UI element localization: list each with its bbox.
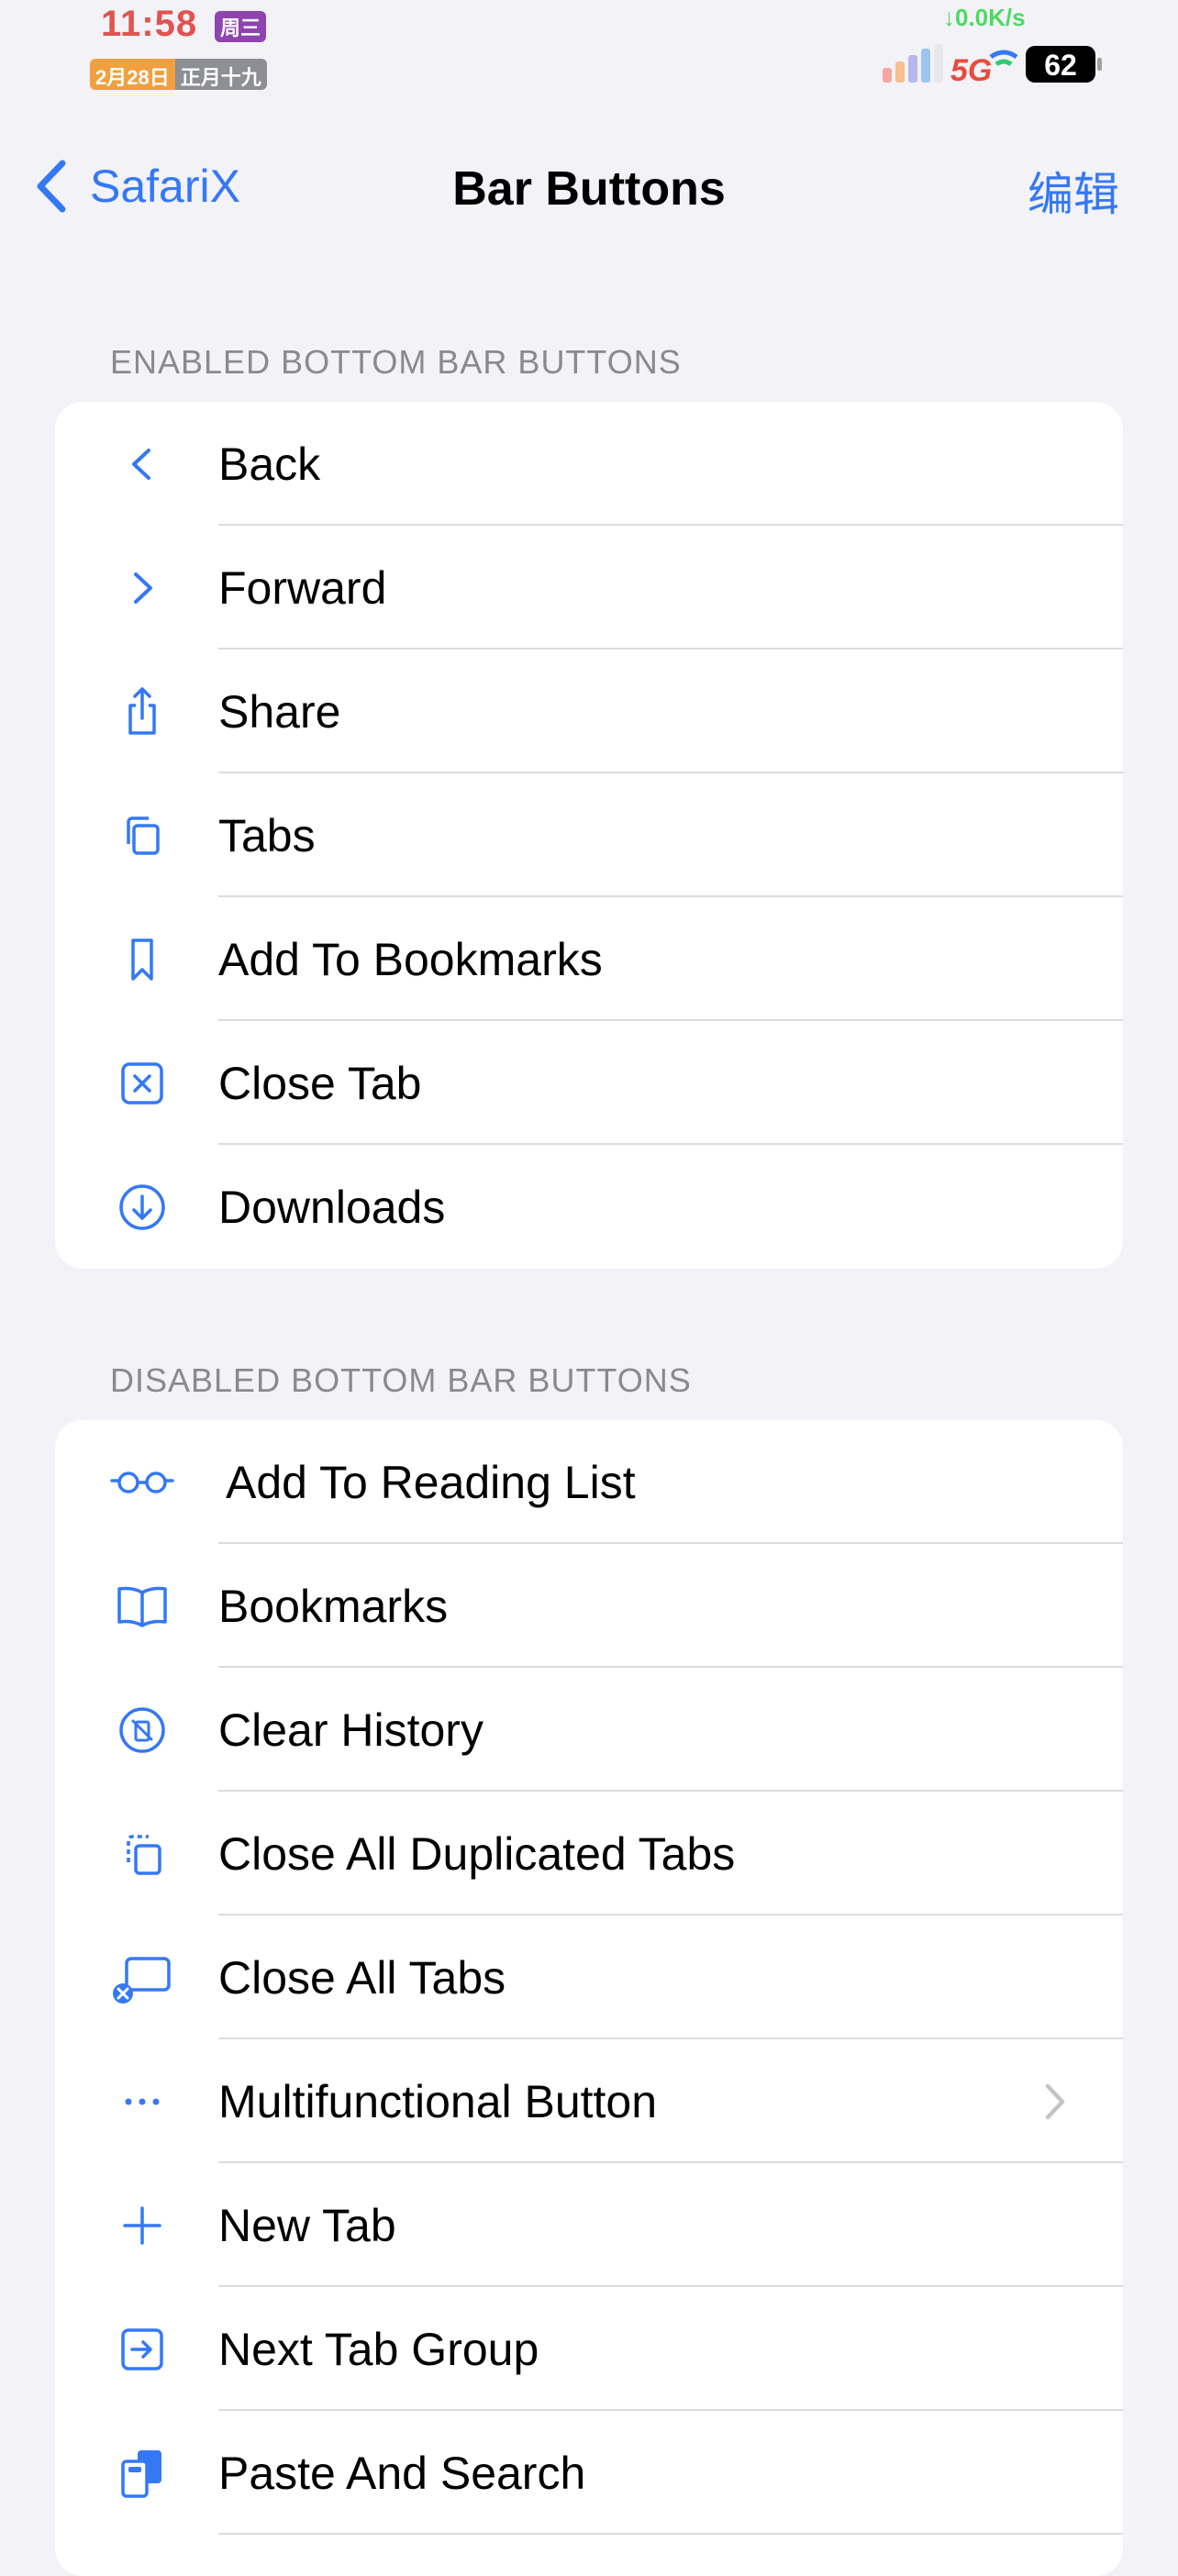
list-item-label: Share bbox=[218, 685, 341, 738]
duplicate-tabs-icon bbox=[55, 1792, 229, 1915]
plus-icon bbox=[55, 2163, 229, 2287]
list-item-clear-history[interactable]: Clear History bbox=[55, 1668, 1123, 1792]
list-item-label: Next Tab Group bbox=[218, 2323, 539, 2375]
status-weekday: 周三 bbox=[215, 11, 267, 42]
list-item-label: Forward bbox=[218, 561, 387, 614]
list-item-paste-and-search[interactable]: Paste And Search bbox=[55, 2411, 1123, 2535]
enabled-section-header: ENABLED BOTTOM BAR BUTTONS bbox=[110, 343, 682, 381]
list-item-close-tab[interactable]: Close Tab bbox=[55, 1021, 1123, 1145]
book-icon bbox=[55, 1544, 229, 1668]
list-item-label: Add To Bookmarks bbox=[218, 933, 603, 985]
signal-strength-icon bbox=[883, 44, 943, 83]
list-item-label: Clear History bbox=[218, 1704, 483, 1756]
status-net-speed: ↓0.0K/s bbox=[943, 4, 1026, 31]
list-item-multifunctional-button[interactable]: Multifunctional Button bbox=[55, 2039, 1123, 2163]
tabs-icon bbox=[55, 773, 229, 897]
paste-search-icon bbox=[55, 2411, 229, 2535]
list-item-downloads[interactable]: Downloads bbox=[55, 1145, 1123, 1269]
list-item-label: Add To Reading List bbox=[226, 1456, 636, 1508]
list-item-label: Bookmarks bbox=[218, 1580, 449, 1632]
list-item-close-all-tabs[interactable]: Close All Tabs bbox=[55, 1915, 1123, 2039]
battery-icon: 62 bbox=[1026, 46, 1102, 83]
status-bar: 11:58 周三 2月28日 正月十九 ↓0.0K/s 5G 62 bbox=[0, 0, 1178, 101]
list-item-next-tab-group[interactable]: Next Tab Group bbox=[55, 2287, 1123, 2411]
status-date-badge: 2月28日 正月十九 bbox=[90, 59, 267, 90]
close-all-tabs-icon bbox=[55, 1915, 229, 2039]
list-item-label: Multifunctional Button bbox=[218, 2075, 658, 2127]
list-item-label: Paste And Search bbox=[218, 2447, 586, 2499]
chevron-right-icon bbox=[1045, 2083, 1065, 2119]
navigation-bar: SafariX Bar Buttons 编辑 bbox=[0, 138, 1178, 239]
divider bbox=[218, 2533, 1123, 2535]
edit-button[interactable]: 编辑 bbox=[1028, 158, 1119, 224]
list-item-close-all-duplicated-tabs[interactable]: Close All Duplicated Tabs bbox=[55, 1792, 1123, 1915]
list-item-new-tab[interactable]: New Tab bbox=[55, 2163, 1123, 2287]
list-item-share[interactable]: Share bbox=[55, 650, 1123, 773]
share-icon bbox=[55, 650, 229, 773]
enabled-buttons-list: Back Forward Share Tabs Add To Bookmarks bbox=[55, 402, 1123, 1269]
ellipsis-icon bbox=[55, 2039, 229, 2163]
5g-network-icon: 5G bbox=[950, 50, 1018, 84]
list-item-add-to-reading-list[interactable]: Add To Reading List bbox=[55, 1420, 1123, 1544]
chevron-right-icon bbox=[55, 526, 229, 650]
list-item-add-to-bookmarks[interactable]: Add To Bookmarks bbox=[55, 897, 1123, 1021]
status-date: 2月28日 bbox=[90, 59, 175, 90]
close-tab-icon bbox=[55, 1021, 229, 1145]
list-item-forward[interactable]: Forward bbox=[55, 526, 1123, 650]
disabled-section-header: DISABLED BOTTOM BAR BUTTONS bbox=[110, 1361, 692, 1399]
status-lunar-date: 正月十九 bbox=[174, 59, 267, 90]
next-tab-group-icon bbox=[55, 2287, 229, 2411]
list-item-bookmarks[interactable]: Bookmarks bbox=[55, 1544, 1123, 1668]
chevron-left-icon bbox=[55, 402, 229, 526]
disabled-buttons-list: Add To Reading List Bookmarks Clear Hist… bbox=[55, 1420, 1123, 2576]
list-item-label: Close All Duplicated Tabs bbox=[218, 1827, 736, 1880]
list-item-label: Downloads bbox=[218, 1181, 446, 1233]
list-item-label: Close All Tabs bbox=[218, 1951, 506, 2004]
status-time: 11:58 bbox=[101, 4, 198, 44]
bookmark-icon bbox=[55, 897, 229, 1021]
glasses-icon bbox=[55, 1420, 229, 1544]
network-type-text: 5G bbox=[950, 53, 992, 84]
list-item-label: Tabs bbox=[218, 809, 316, 861]
clear-history-icon bbox=[55, 1668, 229, 1792]
list-item-label: Close Tab bbox=[218, 1057, 422, 1109]
battery-level: 62 bbox=[1044, 49, 1077, 82]
list-item-back[interactable]: Back bbox=[55, 402, 1123, 526]
list-item-label: Back bbox=[218, 438, 321, 490]
page-title: Bar Buttons bbox=[452, 162, 726, 216]
list-item-label: New Tab bbox=[218, 2199, 396, 2251]
list-item-tabs[interactable]: Tabs bbox=[55, 773, 1123, 897]
download-icon bbox=[55, 1145, 229, 1269]
